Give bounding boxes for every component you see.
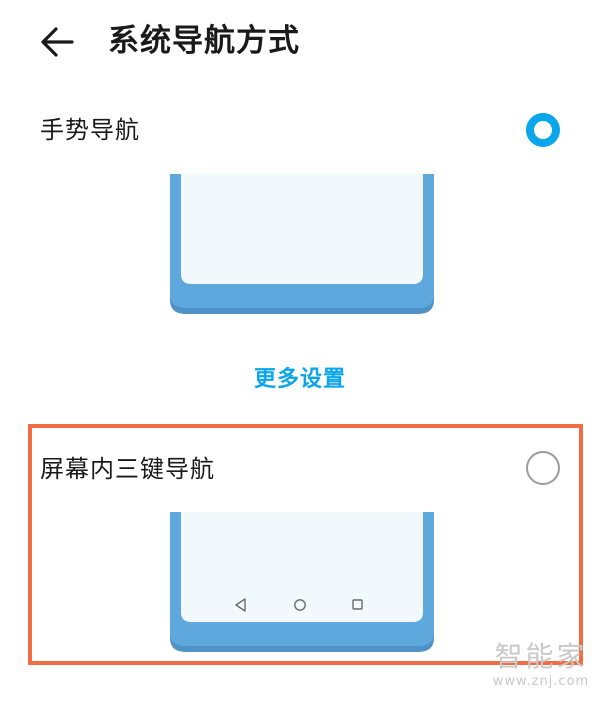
header-bar: 系统导航方式 — [0, 0, 600, 84]
watermark-logo: 智能家 — [494, 640, 588, 673]
watermark: 智能家 www.znj.com — [486, 640, 596, 690]
radio-three-key[interactable] — [526, 451, 560, 485]
arrow-left-icon — [41, 27, 74, 57]
radio-gesture-selected[interactable] — [526, 113, 560, 147]
gesture-preview-phone[interactable] — [170, 174, 434, 316]
page-title: 系统导航方式 — [108, 23, 300, 59]
three-key-preview-phone[interactable] — [170, 512, 434, 654]
option-label-three-key[interactable]: 屏幕内三键导航 — [40, 453, 215, 485]
option-label-gesture[interactable]: 手势导航 — [40, 114, 140, 146]
watermark-url: www.znj.com — [492, 674, 590, 689]
more-settings-link[interactable]: 更多设置 — [0, 364, 600, 396]
back-button[interactable] — [36, 20, 80, 64]
